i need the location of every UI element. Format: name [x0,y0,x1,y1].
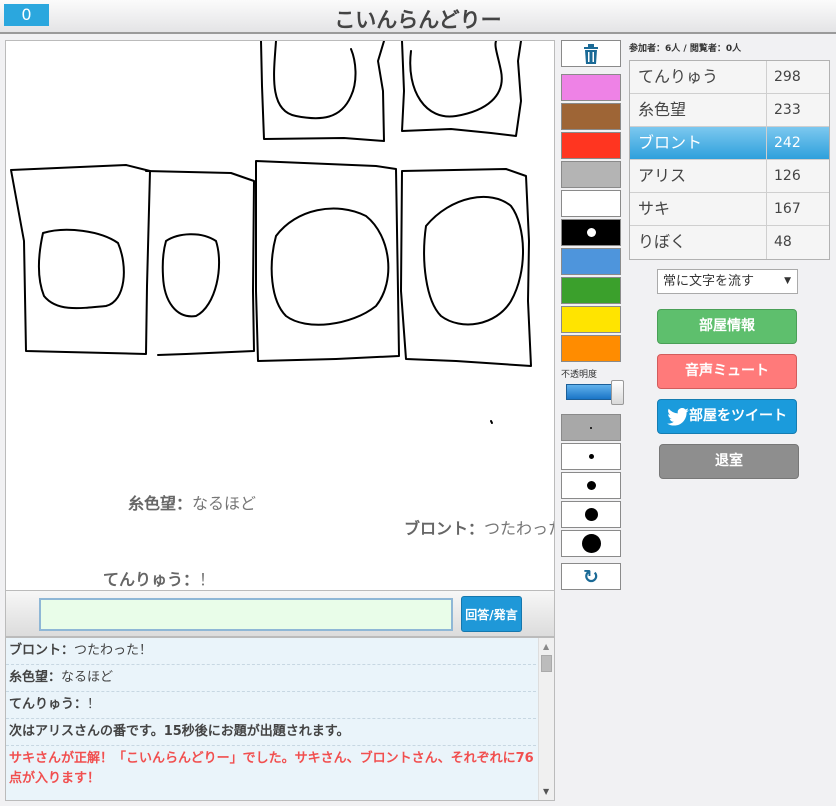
color-swatch[interactable] [561,132,621,159]
player-name: 糸色望 [630,94,767,126]
color-swatch[interactable] [561,103,621,130]
leave-room-button[interactable]: 退室 [659,444,799,479]
score-table: てんりゅう 298 糸色望 233 ブロント 242 アリス 126 サキ 167 りぼく… [629,60,830,260]
player-name: りぼく [630,226,767,259]
page-title: こいんらんどりー [334,8,502,32]
opacity-slider-track[interactable] [566,384,616,400]
text-flow-select[interactable]: 常に文字を流す ▼ [657,269,798,294]
color-swatch[interactable] [561,74,621,101]
log-line-correct: サキさんが正解！「こいんらんどりー」でした。サキさん、ブロントさん、それぞれに7… [9,751,534,786]
player-score: 48 [774,234,792,250]
score-row: てんりゅう 298 [630,61,829,94]
opacity-slider-thumb[interactable] [611,380,624,405]
brush-dot-icon [581,534,601,553]
selected-dot-icon [586,228,596,237]
player-score: 242 [774,135,801,151]
brush-dot-icon [590,426,592,429]
player-name: ブロント [630,127,767,159]
log-line: ブロント：つたわった！ [6,638,536,665]
undo-icon: ↻ [583,565,599,588]
score-row: アリス 126 [630,160,829,193]
player-score: 298 [774,69,801,85]
score-row: 糸色望 233 [630,94,829,127]
color-swatch[interactable] [561,219,621,246]
side-panel: 参加者：6人 / 閲覧者：0人 てんりゅう 298 糸色望 233 ブロント 242 … [629,40,831,479]
color-swatch[interactable] [561,335,621,362]
flow-message: 糸色望：なるほど [128,494,257,513]
brush-size-5[interactable] [561,530,621,557]
brush-dot-icon [586,481,596,490]
undo-button[interactable]: ↻ [561,563,621,590]
tweet-room-button[interactable]: 部屋をツイート [657,399,797,434]
trash-icon [584,44,598,64]
score-row: りぼく 48 [630,226,829,259]
player-name: てんりゅう [630,61,767,93]
clear-canvas-button[interactable] [561,40,621,67]
player-score: 233 [774,102,801,118]
color-swatch[interactable] [561,306,621,333]
brush-dot-icon [584,508,598,521]
color-swatch[interactable] [561,190,621,217]
send-button[interactable]: 回答/発言 [461,596,522,632]
text-flow-selected: 常に文字を流す [663,274,755,289]
chat-log[interactable]: ブロント：つたわった！ 糸色望：なるほど てんりゅう：！ 次はアリスさんの番です… [5,637,555,801]
mute-button[interactable]: 音声ミュート [657,354,797,389]
score-row-current-drawer: ブロント 242 [630,127,829,160]
score-row: サキ 167 [630,193,829,226]
tweet-room-label: 部屋をツイート [689,408,787,424]
scroll-down-icon[interactable]: ▼ [543,787,549,796]
color-swatch[interactable] [561,277,621,304]
color-swatch[interactable] [561,161,621,188]
chevron-down-icon: ▼ [784,276,791,286]
player-name: アリス [630,160,767,192]
opacity-label: 不透明度 [561,370,598,380]
color-swatch[interactable] [561,248,621,275]
player-score: 167 [774,201,801,217]
brush-size-3[interactable] [561,472,621,499]
player-name: サキ [630,193,767,225]
drawing-canvas[interactable]: 糸色望：なるほど ブロント：つたわった てんりゅう：！ [5,40,555,591]
log-line: てんりゅう：！ [6,692,536,719]
header-bar: 0 こいんらんどりー [0,0,836,34]
brush-dot-icon [588,454,594,459]
brush-size-4[interactable] [561,501,621,528]
log-scrollbar[interactable]: ▲ ▼ [538,638,554,800]
drawing-strokes [10,41,532,424]
answer-bar: 回答/発言 [5,591,555,637]
scroll-up-icon[interactable]: ▲ [543,642,549,651]
twitter-bird-icon [667,408,689,426]
opacity-slider[interactable] [566,380,624,405]
flow-message: てんりゅう：！ [103,570,216,589]
brush-size-1[interactable] [561,414,621,441]
participants-count: 参加者：6人 / 閲覧者：0人 [629,44,742,54]
log-line: 糸色望：なるほど [6,665,536,692]
log-line-system: 次はアリスさんの番です。15秒後にお題が出題されます。 [6,719,536,746]
answer-input[interactable] [39,598,453,631]
player-score: 126 [774,168,801,184]
flow-message: ブロント：つたわった [404,519,554,538]
scroll-thumb[interactable] [541,655,552,672]
brush-size-2[interactable] [561,443,621,470]
room-info-button[interactable]: 部屋情報 [657,309,797,344]
